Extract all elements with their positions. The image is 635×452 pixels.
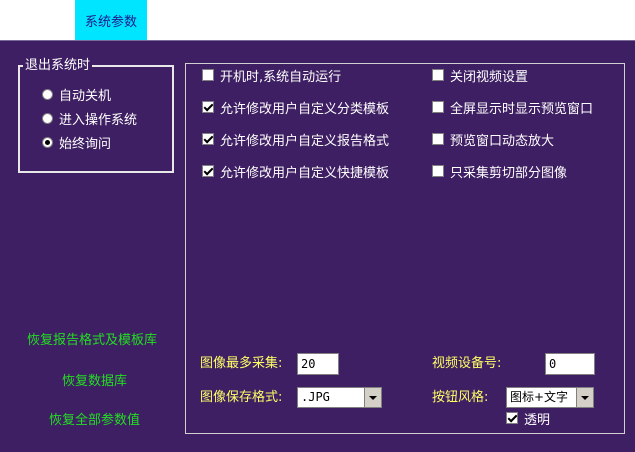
settings-panel: 退出系统时 自动关机 进入操作系统 始终询问 恢复报告格式及模板库 恢复数据库 …	[0, 40, 635, 452]
checkbox-label: 允许修改用户自定义报告格式	[220, 133, 390, 149]
radio-label: 自动关机	[59, 88, 112, 104]
video-device-label: 视频设备号:	[432, 356, 502, 371]
save-format-value: .JPG	[301, 390, 330, 404]
max-capture-label: 图像最多采集:	[200, 356, 283, 371]
checkbox[interactable]	[432, 165, 444, 177]
save-format-select[interactable]: .JPG	[297, 387, 382, 408]
option-autostart[interactable]: 开机时,系统自动运行	[202, 66, 342, 85]
button-style-select[interactable]: 图标+文字	[506, 387, 594, 408]
option-edit-category-templates[interactable]: 允许修改用户自定义分类模板	[202, 98, 390, 117]
checkbox[interactable]	[202, 69, 214, 81]
dropdown-button[interactable]	[364, 388, 381, 407]
radio-always-ask[interactable]: 始终询问	[42, 133, 112, 152]
radio-enter-os[interactable]: 进入操作系统	[42, 109, 138, 128]
radio-button[interactable]	[42, 136, 53, 148]
exit-group-title: 退出系统时	[23, 58, 93, 74]
checkbox[interactable]	[202, 165, 214, 177]
checkbox-label: 预览窗口动态放大	[450, 133, 555, 149]
radio-button[interactable]	[42, 88, 53, 100]
checkbox-label: 开机时,系统自动运行	[220, 69, 342, 85]
video-device-input[interactable]: 0	[545, 353, 595, 375]
checkbox[interactable]	[432, 69, 444, 81]
restore-report-templates-link[interactable]: 恢复报告格式及模板库	[27, 329, 157, 348]
max-capture-input[interactable]: 20	[297, 353, 339, 375]
restore-all-params-link[interactable]: 恢复全部参数值	[49, 409, 140, 428]
option-edit-quick-templates[interactable]: 允许修改用户自定义快捷模板	[202, 162, 390, 181]
exit-behavior-group: 退出系统时 自动关机 进入操作系统 始终询问	[18, 58, 174, 173]
radio-button[interactable]	[42, 112, 53, 124]
radio-label: 始终询问	[59, 136, 112, 152]
option-capture-crop-only[interactable]: 只采集剪切部分图像	[432, 162, 568, 181]
restore-database-link[interactable]: 恢复数据库	[62, 370, 127, 389]
option-preview-zoom[interactable]: 预览窗口动态放大	[432, 130, 555, 149]
checkbox[interactable]	[432, 101, 444, 113]
option-transparent[interactable]: 透明	[506, 409, 551, 428]
option-disable-video-settings[interactable]: 关闭视频设置	[432, 66, 529, 85]
tab-label: 系统参数	[84, 14, 137, 30]
button-style-value: 图标+文字	[510, 390, 569, 404]
checkbox-label: 只采集剪切部分图像	[450, 165, 568, 181]
save-format-label: 图像保存格式:	[200, 390, 283, 405]
dropdown-button[interactable]	[576, 388, 593, 407]
option-fullscreen-preview[interactable]: 全屏显示时显示预览窗口	[432, 98, 594, 117]
options-frame: 开机时,系统自动运行 允许修改用户自定义分类模板 允许修改用户自定义报告格式 允…	[185, 63, 625, 434]
checkbox[interactable]	[432, 133, 444, 145]
tab-system-params[interactable]: 系统参数	[75, 0, 147, 40]
checkbox[interactable]	[202, 101, 214, 113]
checkbox-label: 允许修改用户自定义分类模板	[220, 101, 390, 117]
checkbox[interactable]	[202, 133, 214, 145]
radio-label: 进入操作系统	[59, 112, 138, 128]
chevron-down-icon	[369, 395, 377, 400]
checkbox[interactable]	[506, 412, 518, 424]
radio-auto-shutdown[interactable]: 自动关机	[42, 85, 112, 104]
chevron-down-icon	[581, 395, 589, 400]
option-edit-report-format[interactable]: 允许修改用户自定义报告格式	[202, 130, 390, 149]
button-style-label: 按钮风格:	[432, 390, 489, 405]
checkbox-label: 全屏显示时显示预览窗口	[450, 101, 594, 117]
checkbox-label: 允许修改用户自定义快捷模板	[220, 165, 390, 181]
checkbox-label: 关闭视频设置	[450, 69, 529, 85]
checkbox-label: 透明	[524, 412, 551, 428]
